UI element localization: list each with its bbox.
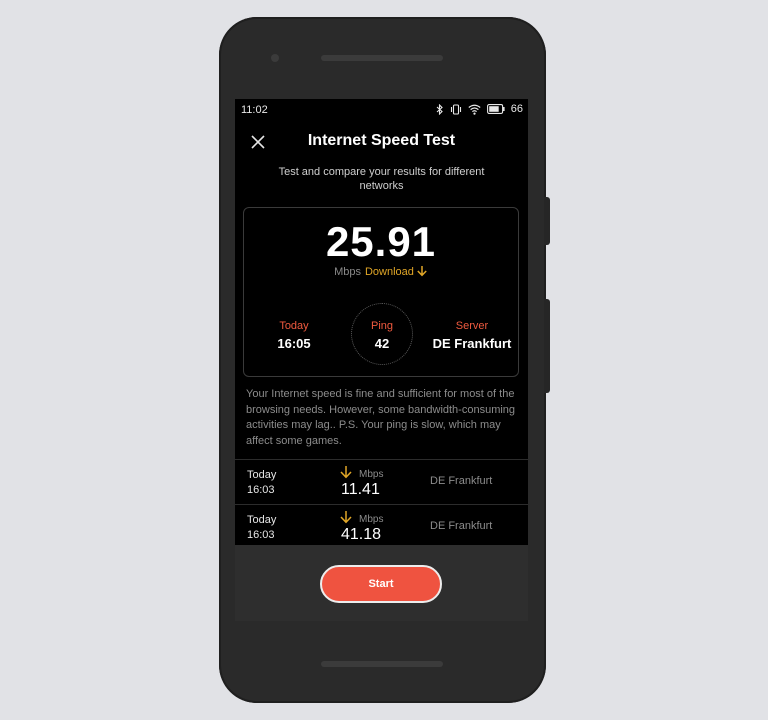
bluetooth-icon — [436, 103, 444, 115]
ping-value: 42 — [374, 336, 390, 351]
history-speed: 11.41 — [341, 481, 380, 498]
wifi-icon — [468, 104, 481, 115]
volume-button — [544, 299, 550, 393]
phone-frame: 11:02 66 Internet Speed Test Test and co… — [219, 17, 550, 703]
speed-unit: Mbps — [334, 266, 361, 278]
today-value: 16:05 — [277, 336, 311, 351]
server-value: DE Frankfurt — [432, 336, 512, 351]
power-button — [544, 197, 550, 245]
server-metric: Server DE Frankfurt — [427, 320, 517, 351]
start-button[interactable]: Start — [320, 565, 442, 603]
result-message: Your Internet speed is fine and sufficie… — [246, 388, 516, 447]
status-icons: 66 — [436, 103, 523, 115]
vibrate-icon — [450, 103, 462, 115]
history-time: 16:03 — [247, 484, 275, 496]
bottom-speaker — [321, 661, 443, 667]
page-subtitle: Test and compare your results for differ… — [278, 166, 485, 192]
arrow-down-icon — [416, 265, 428, 280]
speed-value: 25.91 — [325, 218, 437, 265]
history-speed: 41.18 — [341, 526, 382, 543]
history-list: Today 16:03 Mbps 11.41 DE Frankfurt Toda… — [235, 459, 528, 549]
today-label: Today — [279, 320, 309, 332]
history-server: DE Frankfurt — [430, 520, 493, 532]
earpiece-speaker — [321, 55, 443, 61]
history-day: Today — [247, 514, 277, 526]
result-card: 25.91 Mbps Download Today 16:05 Ping 42 S… — [243, 207, 519, 377]
history-server: DE Frankfurt — [430, 475, 493, 487]
history-date: Today 16:03 — [247, 513, 276, 543]
history-date: Today 16:03 — [247, 468, 276, 498]
app-screen: 11:02 66 Internet Speed Test Test and co… — [235, 99, 528, 621]
page-title: Internet Speed Test — [307, 132, 456, 149]
battery-percent: 66 — [510, 103, 523, 115]
history-time: 16:03 — [247, 529, 275, 541]
today-metric: Today 16:05 — [266, 320, 322, 351]
ping-metric: Ping 42 — [354, 320, 410, 351]
ping-label: Ping — [370, 320, 394, 332]
server-label: Server — [455, 320, 489, 332]
status-time: 11:02 — [241, 104, 268, 116]
download-label: Download — [364, 266, 414, 278]
battery-icon — [486, 104, 505, 114]
history-day: Today — [247, 469, 277, 481]
speed-unit-row: Mbps Download — [244, 265, 518, 280]
history-unit: Mbps — [359, 469, 384, 480]
status-bar: 11:02 66 — [235, 99, 528, 121]
footer-bar: Start — [235, 545, 528, 621]
history-row[interactable]: Today 16:03 Mbps 41.18 DE Frankfurt — [235, 504, 528, 549]
front-camera — [271, 54, 279, 62]
history-unit: Mbps — [359, 514, 384, 525]
history-row[interactable]: Today 16:03 Mbps 11.41 DE Frankfurt — [235, 459, 528, 504]
